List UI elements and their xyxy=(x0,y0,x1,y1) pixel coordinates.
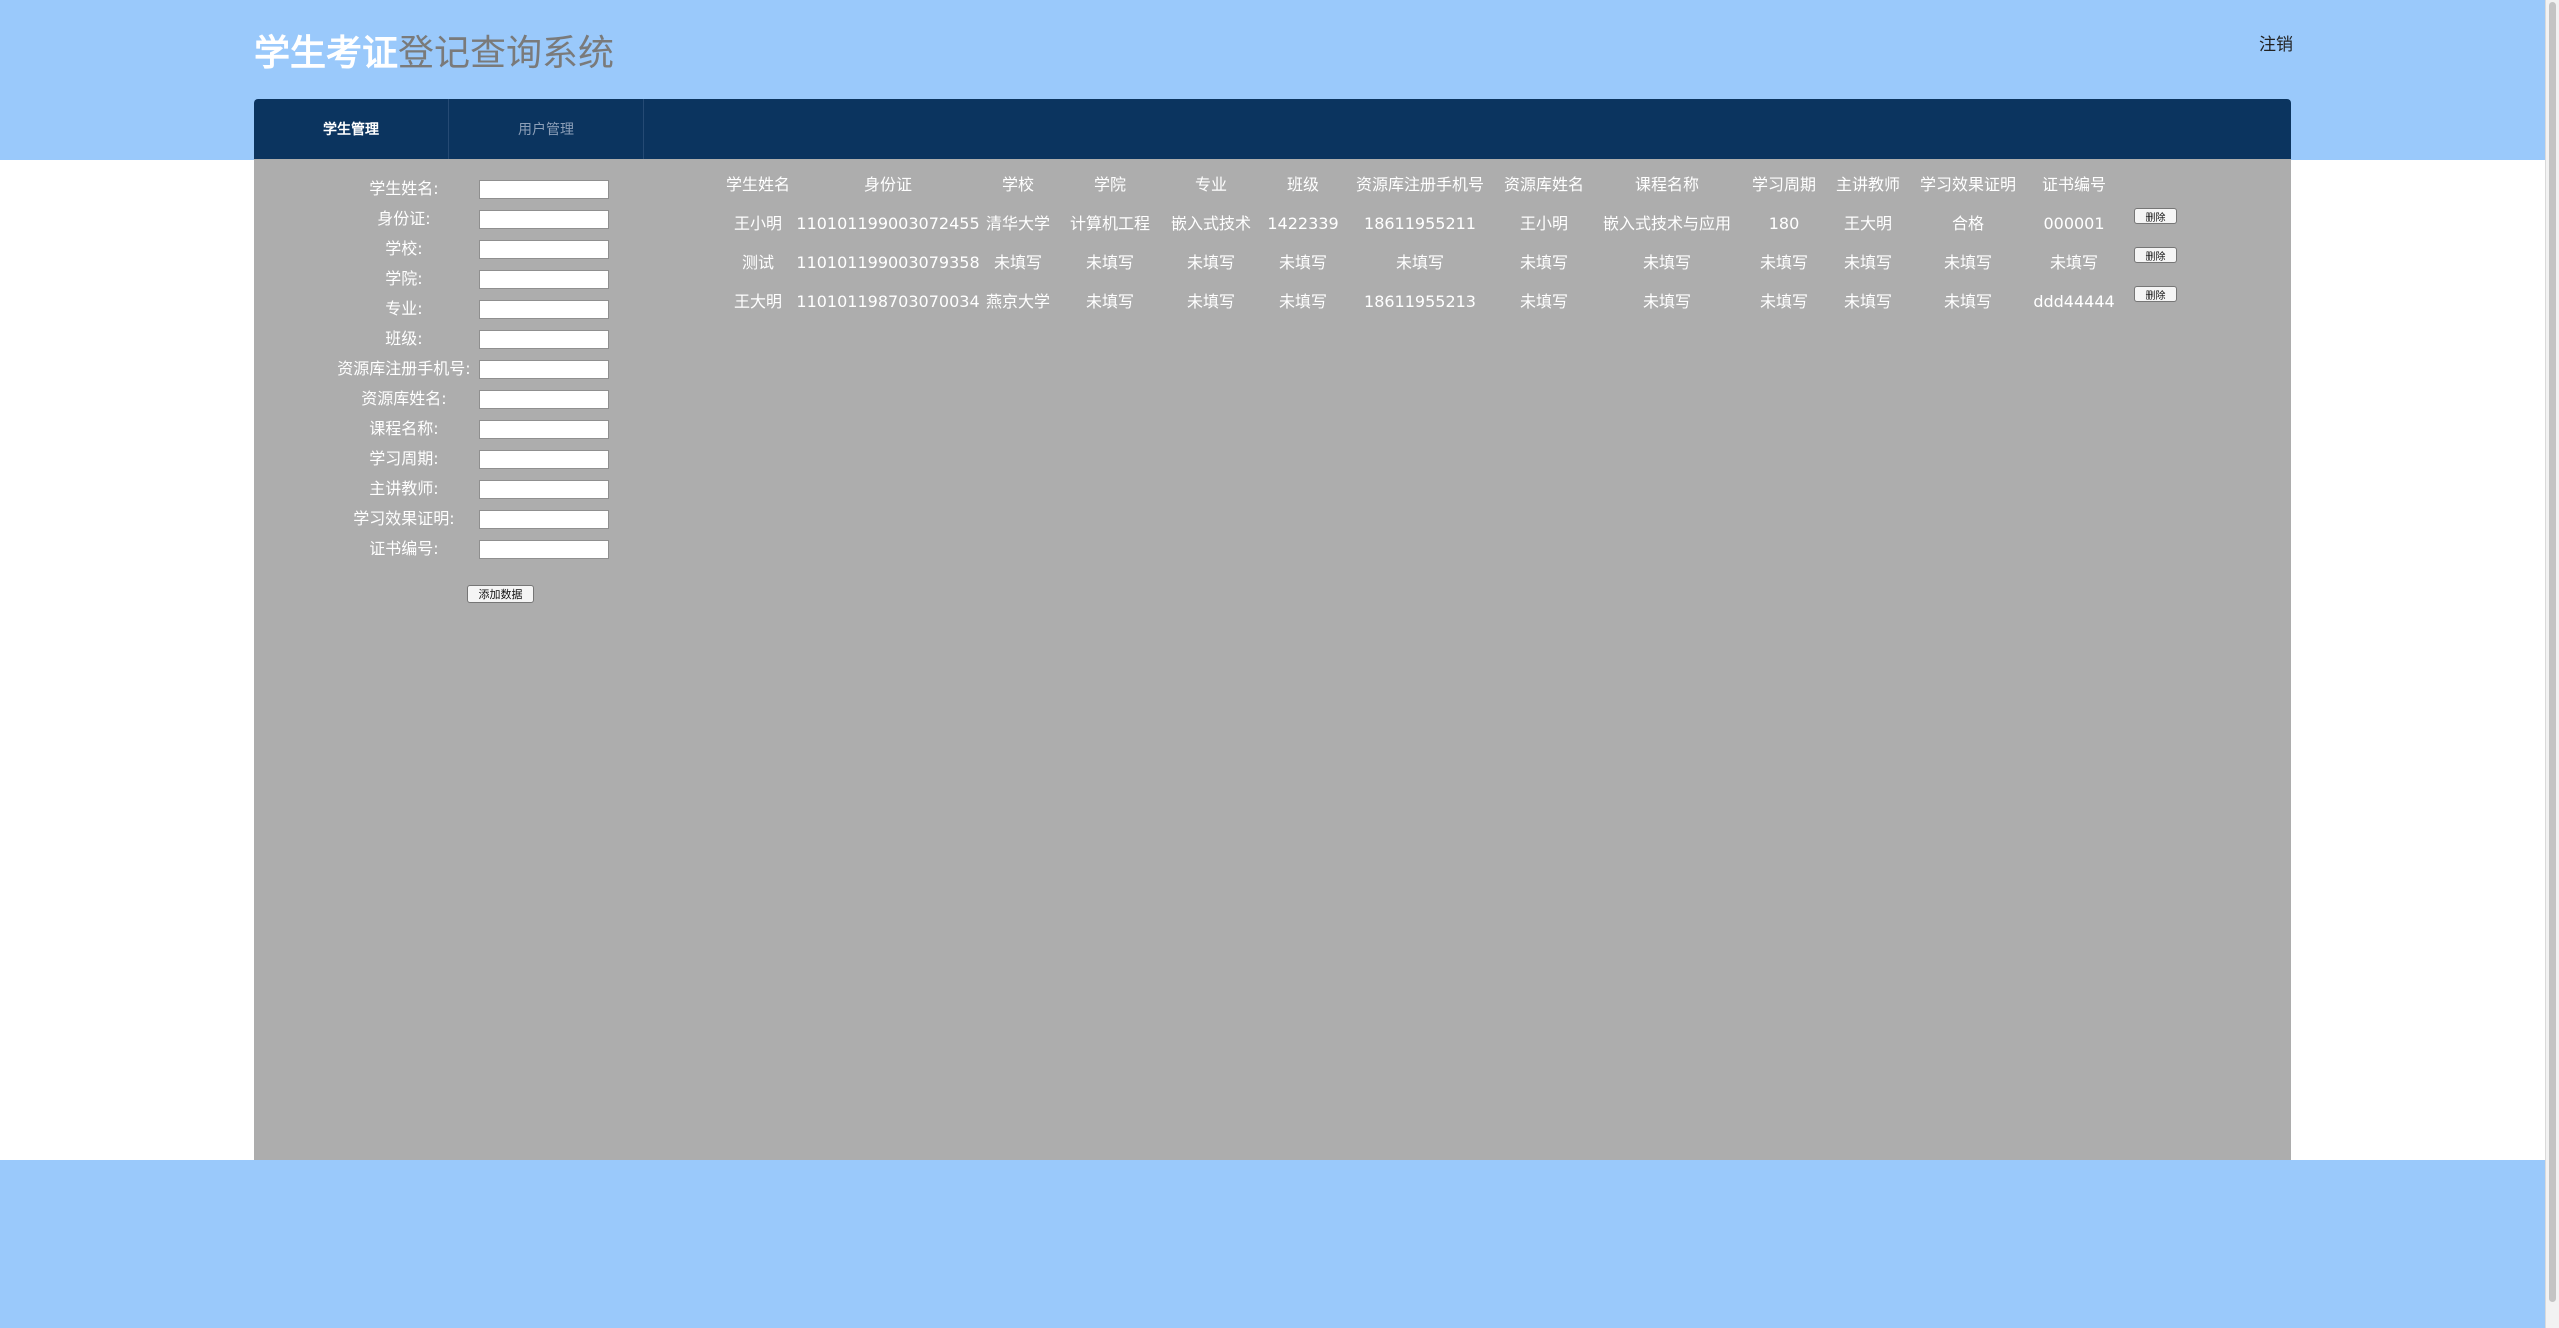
tab-student-management[interactable]: 学生管理 xyxy=(254,99,449,159)
cell-lecturer: 未填写 xyxy=(1843,253,1893,272)
header-lecturer: 主讲教师 xyxy=(1835,175,1901,194)
major-input[interactable] xyxy=(479,300,609,319)
certificate-number-input[interactable] xyxy=(479,540,609,559)
cell-study-period: 未填写 xyxy=(1759,292,1809,311)
student-name-input[interactable] xyxy=(479,180,609,199)
cell-lecturer: 未填写 xyxy=(1843,292,1893,311)
form-row-college: 学院: xyxy=(254,264,674,294)
college-input[interactable] xyxy=(479,270,609,289)
form-row-certificate-number: 证书编号: xyxy=(254,534,674,564)
header-resource-name: 资源库姓名 xyxy=(1503,175,1585,194)
delete-button[interactable]: 删除 xyxy=(2134,286,2177,302)
delete-button[interactable]: 删除 xyxy=(2134,247,2177,263)
cell-course-name: 未填写 xyxy=(1642,292,1692,311)
add-data-button[interactable]: 添加数据 xyxy=(467,585,534,603)
cell-certificate-number: 未填写 xyxy=(2049,253,2099,272)
cell-phone: 18611955213 xyxy=(1364,292,1476,311)
cell-learning-proof: 未填写 xyxy=(1943,253,1993,272)
cell-class: 未填写 xyxy=(1278,292,1328,311)
cell-student-name: 王大明 xyxy=(733,292,783,311)
header-id-card: 身份证 xyxy=(863,175,913,194)
header-school: 学校 xyxy=(1001,175,1035,194)
cell-college: 计算机工程 xyxy=(1069,214,1151,233)
title-highlight: 学生考证 xyxy=(254,33,399,74)
form-row-study-period: 学习周期: xyxy=(254,444,674,474)
resource-name-input[interactable] xyxy=(479,390,609,409)
cell-id-card: 110101198703070034 xyxy=(796,292,980,311)
cell-course-name: 未填写 xyxy=(1642,253,1692,272)
cell-study-period: 180 xyxy=(1768,214,1800,233)
form-row-id-card: 身份证: xyxy=(254,204,674,234)
cell-class: 未填写 xyxy=(1278,253,1328,272)
cell-major: 嵌入式技术 xyxy=(1170,214,1252,233)
form-row-learning-proof: 学习效果证明: xyxy=(254,504,674,534)
logout-link[interactable]: 注销 xyxy=(2259,30,2293,55)
form-row-course-name: 课程名称: xyxy=(254,414,674,444)
cell-major: 未填写 xyxy=(1186,292,1236,311)
cell-school: 清华大学 xyxy=(985,214,1051,233)
delete-button[interactable]: 删除 xyxy=(2134,208,2177,224)
cell-certificate-number: ddd44444 xyxy=(2033,292,2115,311)
cell-student-name: 王小明 xyxy=(733,214,783,233)
header-learning-proof: 学习效果证明 xyxy=(1919,175,2017,194)
title-rest: 登记查询系统 xyxy=(398,33,615,74)
cell-resource-name: 王小明 xyxy=(1519,214,1569,233)
cell-certificate-number: 000001 xyxy=(2043,214,2105,233)
form-row-lecturer: 主讲教师: xyxy=(254,474,674,504)
course-name-input[interactable] xyxy=(479,420,609,439)
tab-user-management[interactable]: 用户管理 xyxy=(449,99,644,159)
cell-study-period: 未填写 xyxy=(1759,253,1809,272)
main-nav: 学生管理 用户管理 xyxy=(254,99,2291,159)
form-row-resource-name: 资源库姓名: xyxy=(254,384,674,414)
cell-phone: 18611955211 xyxy=(1364,214,1476,233)
form-row-class: 班级: xyxy=(254,324,674,354)
form-row-major: 专业: xyxy=(254,294,674,324)
header-certificate-number: 证书编号 xyxy=(2041,175,2107,194)
cell-lecturer: 王大明 xyxy=(1843,214,1893,233)
cell-resource-name: 未填写 xyxy=(1519,253,1569,272)
cell-id-card: 110101199003079358 xyxy=(796,253,980,272)
header-course-name: 课程名称 xyxy=(1634,175,1700,194)
header-college: 学院 xyxy=(1093,175,1127,194)
cell-student-name: 测试 xyxy=(741,253,775,272)
cell-resource-name: 未填写 xyxy=(1519,292,1569,311)
cell-college: 未填写 xyxy=(1085,292,1135,311)
cell-learning-proof: 未填写 xyxy=(1943,292,1993,311)
lecturer-input[interactable] xyxy=(479,480,609,499)
form-row-phone: 资源库注册手机号: xyxy=(254,354,674,384)
school-input[interactable] xyxy=(479,240,609,259)
header-study-period: 学习周期 xyxy=(1751,175,1817,194)
learning-proof-input[interactable] xyxy=(479,510,609,529)
cell-course-name: 嵌入式技术与应用 xyxy=(1602,214,1732,233)
cell-major: 未填写 xyxy=(1186,253,1236,272)
class-input[interactable] xyxy=(479,330,609,349)
cell-school: 燕京大学 xyxy=(985,292,1051,311)
add-student-form: 学生姓名: 身份证: 学校: 学院: 专业: 班级: 资源库注册手机号: 资源库姓名: 课程名称… xyxy=(254,174,674,564)
header-phone: 资源库注册手机号 xyxy=(1355,175,1485,194)
cell-class: 1422339 xyxy=(1267,214,1339,233)
id-card-input[interactable] xyxy=(479,210,609,229)
form-row-student-name: 学生姓名: xyxy=(254,174,674,204)
form-row-school: 学校: xyxy=(254,234,674,264)
cell-college: 未填写 xyxy=(1085,253,1135,272)
content-panel: 学生姓名: 身份证: 学校: 学院: 专业: 班级: 资源库注册手机号: 资源库姓名: 课程名称… xyxy=(254,159,2291,1160)
header-major: 专业 xyxy=(1194,175,1228,194)
cell-learning-proof: 合格 xyxy=(1951,214,1985,233)
vertical-scrollbar[interactable] xyxy=(2545,0,2559,1328)
scrollbar-thumb[interactable] xyxy=(2549,2,2556,1302)
cell-id-card: 110101199003072455 xyxy=(796,214,980,233)
cell-phone: 未填写 xyxy=(1395,253,1445,272)
header-class: 班级 xyxy=(1286,175,1320,194)
cell-school: 未填写 xyxy=(993,253,1043,272)
phone-input[interactable] xyxy=(479,360,609,379)
page-title: 学生考证登记查询系统 xyxy=(254,28,614,80)
study-period-input[interactable] xyxy=(479,450,609,469)
header-student-name: 学生姓名 xyxy=(725,175,791,194)
